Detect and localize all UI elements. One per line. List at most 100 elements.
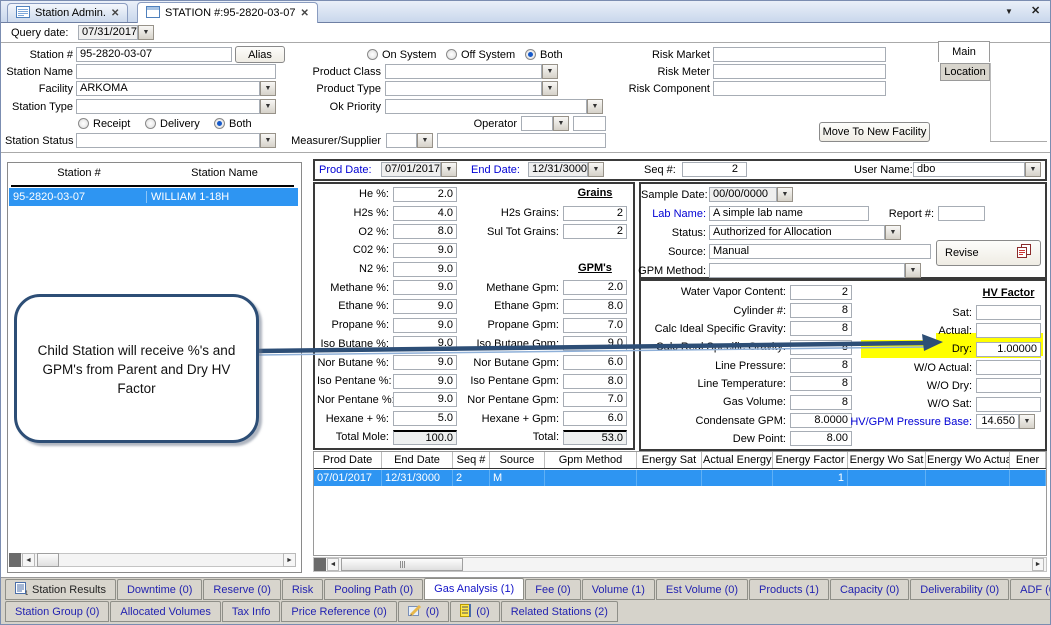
field-input[interactable]: 5.0 (393, 411, 457, 426)
field-input[interactable]: 6.0 (563, 355, 627, 370)
bottom-tab-0[interactable]: (0) (450, 601, 499, 622)
pressure-base-dropdown-icon[interactable]: ▼ (1019, 414, 1035, 429)
scroll-right-icon[interactable]: ► (1032, 558, 1044, 571)
grid-selected-row[interactable]: 07/01/201712/31/30002M1 (314, 470, 1046, 486)
operator-input[interactable] (573, 116, 606, 131)
grid-column-header[interactable]: Actual Energy (702, 452, 773, 468)
field-input[interactable]: 9.0 (393, 262, 457, 277)
bottom-tab-downtime-0[interactable]: Downtime (0) (117, 579, 202, 600)
field-input[interactable]: 9.0 (393, 355, 457, 370)
move-to-new-facility-button[interactable]: Move To New Facility (819, 122, 930, 142)
bottom-tab-0[interactable]: (0) (398, 601, 449, 622)
tab-list-dropdown-icon[interactable]: ▼ (1005, 7, 1013, 16)
bottom-tab-allocated-volumes[interactable]: Allocated Volumes (110, 601, 221, 622)
alias-button[interactable]: Alias (235, 46, 285, 63)
ok-priority-combo[interactable] (385, 99, 587, 114)
bottom-tab-products-1[interactable]: Products (1) (749, 579, 829, 600)
field-input[interactable]: 9.0 (393, 243, 457, 258)
bottom-tab-gas-analysis-1[interactable]: Gas Analysis (1) (424, 578, 524, 600)
bottom-tab-fee-0[interactable]: Fee (0) (525, 579, 580, 600)
seq-input[interactable]: 2 (682, 162, 747, 177)
station-status-combo[interactable] (76, 133, 260, 148)
field-input[interactable]: 8 (790, 376, 852, 391)
field-input[interactable]: 8 (790, 340, 852, 355)
station-name-input[interactable] (76, 64, 276, 79)
station-type-dropdown-icon[interactable]: ▼ (260, 99, 276, 114)
status-dropdown-icon[interactable]: ▼ (885, 225, 901, 240)
grid-column-header[interactable]: Energy Factor (773, 452, 848, 468)
measurer-dropdown-icon[interactable]: ▼ (417, 133, 433, 148)
field-input[interactable]: 1.00000 (976, 342, 1041, 357)
bottom-tab-station-group-0[interactable]: Station Group (0) (5, 601, 109, 622)
field-input[interactable]: 100.0 (393, 430, 457, 445)
field-input[interactable] (976, 305, 1041, 320)
station-number-input[interactable]: 95-2820-03-07 (76, 47, 232, 62)
close-icon[interactable]: ✕ (1031, 4, 1040, 17)
field-input[interactable]: 4.0 (393, 206, 457, 221)
field-input[interactable]: 8 (790, 395, 852, 410)
field-input[interactable]: 7.0 (563, 392, 627, 407)
operator-combo[interactable] (521, 116, 553, 131)
measurer-input[interactable] (437, 133, 606, 148)
status-combo[interactable]: Authorized for Allocation (709, 225, 885, 240)
scrollbar-thumb[interactable] (341, 558, 463, 571)
gpm-method-combo[interactable] (709, 263, 905, 278)
field-input[interactable]: 2 (563, 224, 627, 239)
query-date-input[interactable]: 07/31/2017 (78, 25, 138, 40)
field-input[interactable]: 9.0 (393, 392, 457, 407)
field-input[interactable] (976, 360, 1041, 375)
bottom-tab-deliverability-0[interactable]: Deliverability (0) (910, 579, 1009, 600)
facility-dropdown-icon[interactable]: ▼ (260, 81, 276, 96)
sample-date-dropdown-icon[interactable]: ▼ (777, 187, 793, 202)
close-icon[interactable]: ✕ (300, 8, 308, 19)
operator-dropdown-icon[interactable]: ▼ (553, 116, 569, 131)
grid-column-header[interactable]: Energy Sat (637, 452, 702, 468)
station-status-dropdown-icon[interactable]: ▼ (260, 133, 276, 148)
user-name-combo[interactable]: dbo (913, 162, 1025, 177)
grid-column-header[interactable]: Prod Date (314, 452, 382, 468)
bottom-tab-risk[interactable]: Risk (282, 579, 323, 600)
field-input[interactable]: 8 (790, 321, 852, 336)
bottom-tab-tax-info[interactable]: Tax Info (222, 601, 281, 622)
field-input[interactable]: 2.0 (563, 280, 627, 295)
product-class-dropdown-icon[interactable]: ▼ (542, 64, 558, 79)
bottom-tab-reserve-0[interactable]: Reserve (0) (203, 579, 280, 600)
location-side-tab[interactable]: Location (940, 63, 990, 81)
bottom-tab-volume-1[interactable]: Volume (1) (582, 579, 655, 600)
prod-date-dropdown-icon[interactable]: ▼ (441, 162, 457, 177)
delivery-radio[interactable] (145, 118, 156, 129)
grid-column-header[interactable]: Seq # (453, 452, 490, 468)
bottom-tab-related-stations-2[interactable]: Related Stations (2) (501, 601, 618, 622)
bottom-tab-capacity-0[interactable]: Capacity (0) (830, 579, 909, 600)
receipt-both-radio[interactable] (214, 118, 225, 129)
lab-name-input[interactable]: A simple lab name (709, 206, 869, 221)
off-system-radio[interactable] (446, 49, 457, 60)
user-name-dropdown-icon[interactable]: ▼ (1025, 162, 1041, 177)
bottom-tab-station-results[interactable]: 1Station Results (5, 579, 116, 600)
field-input[interactable]: 9.0 (563, 336, 627, 351)
product-type-combo[interactable] (385, 81, 542, 96)
query-date-dropdown-icon[interactable]: ▼ (138, 25, 154, 40)
field-input[interactable]: 6.0 (563, 411, 627, 426)
field-input[interactable]: 7.0 (563, 318, 627, 333)
report-number-input[interactable] (938, 206, 985, 221)
field-input[interactable]: 9.0 (393, 299, 457, 314)
field-input[interactable]: 2.0 (393, 187, 457, 202)
prod-date-input[interactable]: 07/01/2017 (381, 162, 441, 177)
scroll-left-icon[interactable]: ◄ (327, 558, 339, 571)
measurer-combo[interactable] (386, 133, 417, 148)
scroll-right-icon[interactable]: ► (283, 553, 296, 567)
close-icon[interactable]: ✕ (111, 8, 119, 19)
grid-column-header[interactable]: Ener (1010, 452, 1046, 468)
field-input[interactable] (976, 378, 1041, 393)
bottom-tab-price-reference-0[interactable]: Price Reference (0) (281, 601, 396, 622)
grid-column-header[interactable]: Energy Wo Sat (848, 452, 926, 468)
risk-market-input[interactable] (713, 47, 886, 62)
gpm-method-dropdown-icon[interactable]: ▼ (905, 263, 921, 278)
field-input[interactable]: 9.0 (393, 318, 457, 333)
station-number-column-header[interactable]: Station # (9, 167, 149, 179)
product-type-dropdown-icon[interactable]: ▼ (542, 81, 558, 96)
bottom-tab-pooling-path-0[interactable]: Pooling Path (0) (324, 579, 423, 600)
main-side-tab[interactable]: Main (938, 41, 990, 62)
field-input[interactable]: 8.0 (563, 299, 627, 314)
